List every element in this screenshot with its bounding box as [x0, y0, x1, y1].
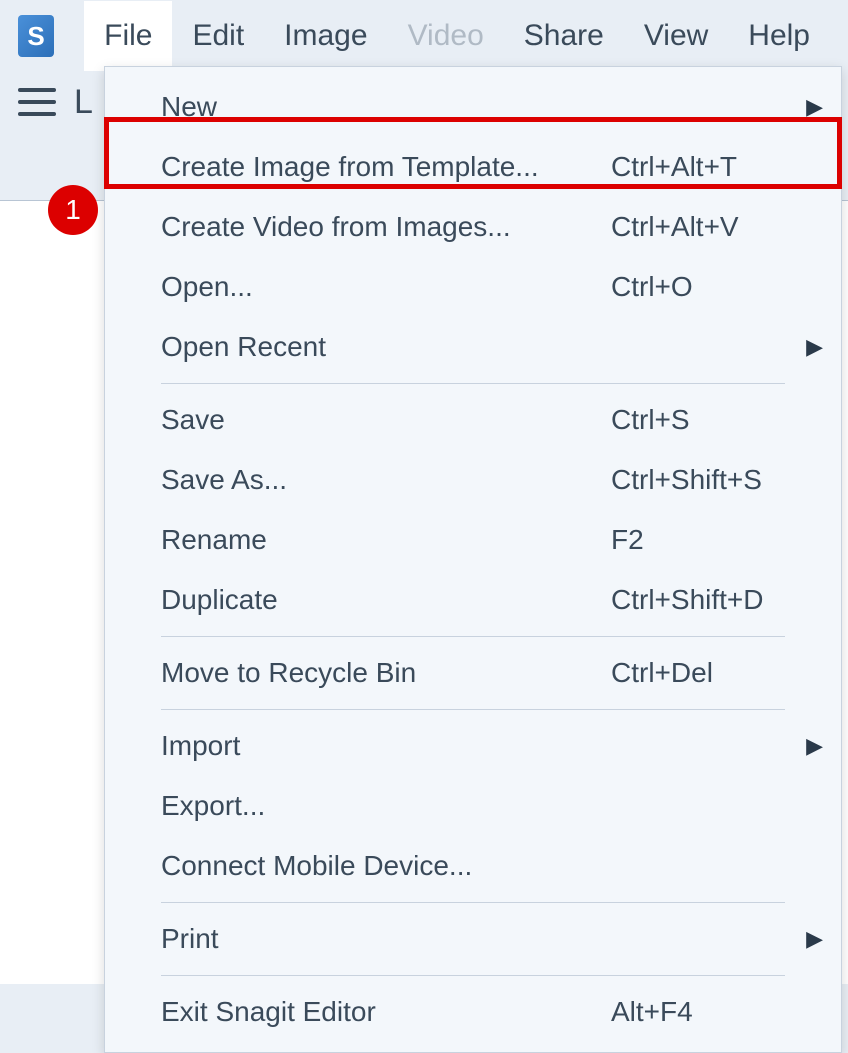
menu-edit[interactable]: Edit: [172, 1, 264, 71]
submenu-arrow-icon: ▶: [806, 733, 823, 759]
menu-item-label: Connect Mobile Device...: [161, 850, 811, 882]
menu-item-shortcut: Ctrl+Shift+S: [611, 464, 811, 496]
submenu-arrow-icon: ▶: [806, 94, 823, 120]
menu-duplicate[interactable]: Duplicate Ctrl+Shift+D: [105, 570, 841, 630]
menu-separator: [161, 975, 785, 976]
menu-item-shortcut: Ctrl+Alt+V: [611, 211, 811, 243]
menu-share[interactable]: Share: [504, 1, 624, 71]
menu-file[interactable]: File: [84, 1, 172, 71]
menu-item-label: New: [161, 91, 811, 123]
menu-item-label: Move to Recycle Bin: [161, 657, 611, 689]
submenu-arrow-icon: ▶: [806, 926, 823, 952]
step-badge: 1: [48, 185, 98, 235]
step-number: 1: [65, 194, 81, 226]
menu-item-label: Open Recent: [161, 331, 811, 363]
menu-item-shortcut: Ctrl+Del: [611, 657, 811, 689]
menu-item-label: Exit Snagit Editor: [161, 996, 611, 1028]
menu-item-label: Open...: [161, 271, 611, 303]
menu-export[interactable]: Export...: [105, 776, 841, 836]
menu-print[interactable]: Print ▶: [105, 909, 841, 969]
menu-item-shortcut: Ctrl+O: [611, 271, 811, 303]
menu-item-shortcut: F2: [611, 524, 811, 556]
menu-create-video-images[interactable]: Create Video from Images... Ctrl+Alt+V: [105, 197, 841, 257]
menu-items: File Edit Image Video Share View Help: [84, 1, 830, 71]
menu-new[interactable]: New ▶: [105, 77, 841, 137]
menu-open-recent[interactable]: Open Recent ▶: [105, 317, 841, 377]
menu-create-image-template[interactable]: Create Image from Template... Ctrl+Alt+T: [105, 137, 841, 197]
menu-open[interactable]: Open... Ctrl+O: [105, 257, 841, 317]
menu-item-label: Create Video from Images...: [161, 211, 611, 243]
menu-help[interactable]: Help: [728, 1, 830, 71]
logo-text: S: [27, 21, 44, 52]
menu-item-label: Create Image from Template...: [161, 151, 611, 183]
toolbar-label: L: [74, 83, 93, 122]
menu-item-label: Save As...: [161, 464, 611, 496]
menu-save[interactable]: Save Ctrl+S: [105, 390, 841, 450]
menu-separator: [161, 709, 785, 710]
menu-item-shortcut: Alt+F4: [611, 996, 811, 1028]
menu-item-shortcut: Ctrl+S: [611, 404, 811, 436]
menu-import[interactable]: Import ▶: [105, 716, 841, 776]
menu-connect-mobile[interactable]: Connect Mobile Device...: [105, 836, 841, 896]
menubar: S File Edit Image Video Share View Help: [0, 0, 848, 72]
submenu-arrow-icon: ▶: [806, 334, 823, 360]
menu-video: Video: [388, 1, 504, 71]
menu-item-label: Export...: [161, 790, 811, 822]
menu-item-label: Rename: [161, 524, 611, 556]
file-dropdown: New ▶ Create Image from Template... Ctrl…: [104, 66, 842, 1053]
menu-save-as[interactable]: Save As... Ctrl+Shift+S: [105, 450, 841, 510]
menu-rename[interactable]: Rename F2: [105, 510, 841, 570]
menu-separator: [161, 383, 785, 384]
menu-move-recycle[interactable]: Move to Recycle Bin Ctrl+Del: [105, 643, 841, 703]
menu-item-label: Print: [161, 923, 811, 955]
menu-image[interactable]: Image: [264, 1, 387, 71]
menu-view[interactable]: View: [624, 1, 728, 71]
menu-separator: [161, 902, 785, 903]
menu-item-label: Import: [161, 730, 811, 762]
menu-item-shortcut: Ctrl+Shift+D: [611, 584, 811, 616]
app-logo: S: [18, 15, 54, 57]
menu-item-label: Save: [161, 404, 611, 436]
menu-item-label: Duplicate: [161, 584, 611, 616]
menu-item-shortcut: Ctrl+Alt+T: [611, 151, 811, 183]
menu-exit[interactable]: Exit Snagit Editor Alt+F4: [105, 982, 841, 1042]
hamburger-icon[interactable]: [18, 88, 56, 116]
menu-separator: [161, 636, 785, 637]
